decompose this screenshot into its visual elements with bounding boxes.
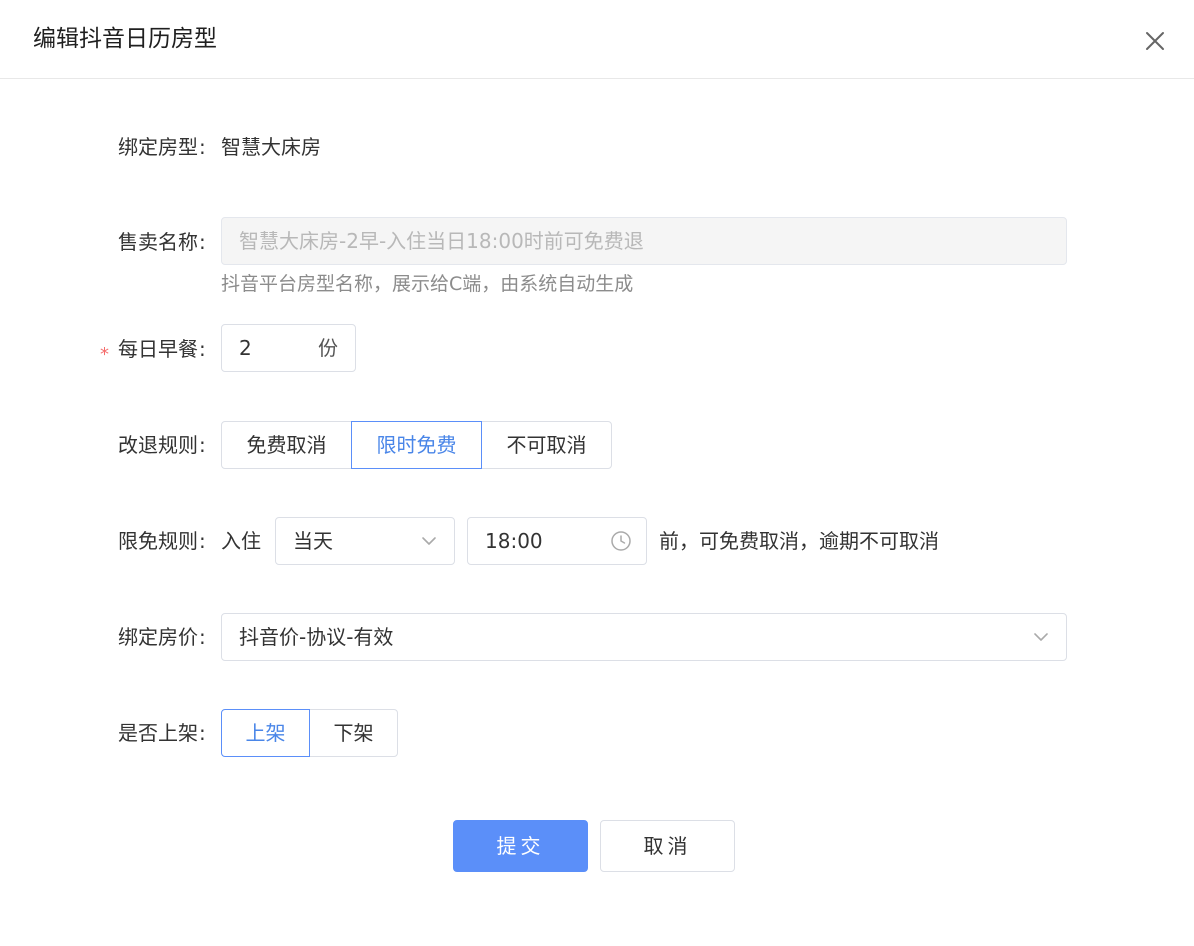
free-rule-label: 限免规则: — [118, 529, 206, 553]
chevron-down-icon — [1030, 626, 1052, 648]
free-rule-prefix: 入住 — [221, 529, 261, 553]
submit-button[interactable]: 提交 — [453, 820, 588, 872]
listing-option-off[interactable]: 下架 — [309, 709, 398, 757]
cancel-rule-group: 免费取消 限时免费 不可取消 — [221, 421, 612, 469]
cancel-rule-option-none[interactable]: 不可取消 — [481, 421, 612, 469]
dialog-header: 编辑抖音日历房型 — [0, 0, 1194, 79]
day-select-value: 当天 — [293, 529, 333, 553]
breakfast-label: 每日早餐: — [118, 337, 206, 361]
price-label: 绑定房价: — [118, 625, 206, 649]
listing-group: 上架 下架 — [221, 709, 398, 757]
close-icon[interactable] — [1140, 26, 1170, 56]
room-type-value: 智慧大床房 — [221, 135, 321, 159]
listing-option-on[interactable]: 上架 — [221, 709, 310, 757]
cancel-rule-option-free[interactable]: 免费取消 — [221, 421, 352, 469]
breakfast-value: 2 — [239, 336, 252, 360]
breakfast-unit: 份 — [318, 336, 338, 360]
price-select[interactable]: 抖音价-协议-有效 — [221, 613, 1067, 661]
sale-name-hint: 抖音平台房型名称，展示给C端，由系统自动生成 — [221, 273, 634, 295]
listing-label: 是否上架: — [118, 721, 206, 745]
cancel-rule-label: 改退规则: — [118, 433, 206, 457]
day-select[interactable]: 当天 — [275, 517, 455, 565]
cancel-rule-option-limited[interactable]: 限时免费 — [351, 421, 482, 469]
breakfast-input[interactable]: 2 份 — [221, 324, 356, 372]
time-picker-value: 18:00 — [485, 529, 543, 553]
time-picker[interactable]: 18:00 — [467, 517, 647, 565]
sale-name-input[interactable]: 智慧大床房-2早-入住当日18:00时前可免费退 — [221, 217, 1067, 265]
sale-name-placeholder: 智慧大床房-2早-入住当日18:00时前可免费退 — [239, 229, 644, 253]
price-select-value: 抖音价-协议-有效 — [239, 625, 394, 649]
dialog-title: 编辑抖音日历房型 — [33, 26, 217, 52]
clock-icon — [610, 530, 632, 552]
edit-room-dialog: 编辑抖音日历房型 绑定房型: 智慧大床房 售卖名称: 智慧大床房-2早-入住当日… — [0, 0, 1194, 946]
cancel-button[interactable]: 取消 — [600, 820, 735, 872]
chevron-down-icon — [418, 530, 440, 552]
free-rule-suffix: 前，可免费取消，逾期不可取消 — [659, 529, 939, 553]
room-type-label: 绑定房型: — [118, 135, 206, 159]
required-mark: * — [100, 344, 109, 365]
sale-name-label: 售卖名称: — [118, 230, 206, 254]
